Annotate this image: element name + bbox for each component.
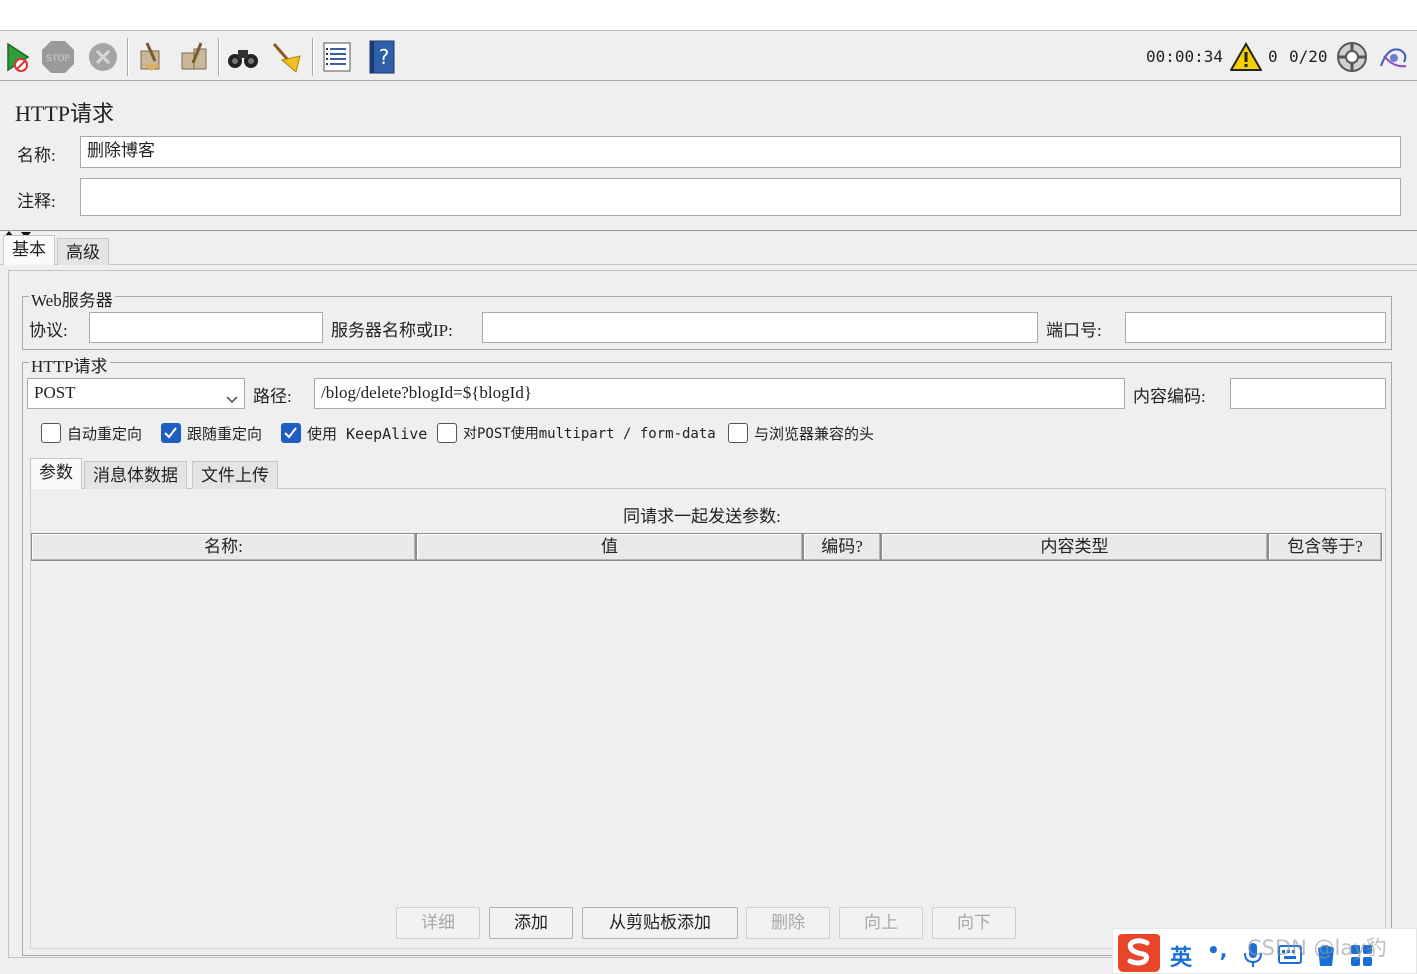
web-server-title: Web服务器 [29,286,115,311]
http-request-title: HTTP请求 [29,352,110,377]
ime-punctuation-toggle[interactable]: •, [1207,938,1227,962]
follow-redirect-label: 跟随重定向 [187,425,263,443]
remote-status-icon[interactable] [1335,40,1369,74]
delete-button[interactable]: 删除 [746,907,830,939]
server-label: 服务器名称或IP: [331,321,453,340]
auto-redirect-checkbox[interactable] [41,423,61,443]
help-icon[interactable]: ? [365,40,399,74]
ime-language-toggle[interactable]: 英 [1170,940,1192,972]
add-from-clipboard-button[interactable]: 从剪贴板添加 [582,907,738,939]
parameters-caption: 同请求一起发送参数: [623,507,781,526]
clear-all-icon[interactable] [178,40,212,74]
chevron-down-icon [226,388,238,408]
port-label: 端口号: [1046,321,1102,340]
toolbar-separator [218,38,220,76]
multipart-label: 对POST使用multipart / form-data [463,426,716,442]
page-title: HTTP请求 [15,101,115,126]
server-input[interactable] [482,312,1038,343]
warning-count: 0 [1268,47,1278,66]
path-input[interactable]: /blog/delete?blogId=${blogId} [314,378,1125,409]
move-up-button[interactable]: 向上 [839,907,923,939]
multipart-checkbox[interactable] [437,423,457,443]
column-name[interactable]: 名称: [31,533,416,561]
toolbar: STOP ? 00:00:34 0 0/20 [0,32,1417,81]
encoding-input[interactable] [1230,378,1386,409]
clear-icon[interactable] [134,40,168,74]
elapsed-timer: 00:00:34 [1146,47,1224,66]
parameters-table-body[interactable] [31,561,1382,895]
column-encode[interactable]: 编码? [803,533,881,561]
window-top-strip [0,0,1417,31]
browser-headers-label: 与浏览器兼容的头 [754,425,875,443]
port-input[interactable] [1125,312,1386,343]
toolbar-separator [312,38,314,76]
protocol-label: 协议: [29,321,68,340]
column-value[interactable]: 值 [416,533,803,561]
add-button[interactable]: 添加 [489,907,573,939]
browser-headers-checkbox[interactable] [728,423,748,443]
toolbar-separator [127,38,129,76]
reset-search-icon[interactable] [270,40,304,74]
tab-basic[interactable]: 基本 [3,235,55,265]
comment-label: 注释: [17,192,56,211]
start-icon[interactable] [0,40,34,74]
tab-advanced[interactable]: 高级 [57,238,109,265]
warning-icon[interactable] [1229,40,1263,74]
column-include-equals[interactable]: 包含等于? [1268,533,1382,561]
svg-text:STOP: STOP [46,54,70,64]
search-icon[interactable] [226,40,260,74]
name-label: 名称: [17,146,56,165]
encoding-label: 内容编码: [1133,387,1206,406]
csdn-watermark: CSDN @lay豹 [1247,936,1387,960]
keepalive-label: 使用 KeepAlive [307,425,428,443]
thread-count: 0/20 [1289,47,1328,66]
tab-files-upload[interactable]: 文件上传 [192,461,278,489]
log-viewer-icon[interactable] [1377,40,1411,74]
protocol-input[interactable] [89,312,323,343]
function-helper-icon[interactable] [320,40,354,74]
stop-icon[interactable]: STOP [41,40,75,74]
sogou-logo-icon[interactable] [1116,930,1162,974]
tab-strip-line [0,264,1417,265]
method-select[interactable]: POST [27,378,245,409]
column-content-type[interactable]: 内容类型 [881,533,1268,561]
svg-text:?: ? [379,45,390,69]
method-value: POST [34,383,76,402]
auto-redirect-label: 自动重定向 [67,425,143,443]
name-input[interactable]: 删除博客 [80,136,1401,168]
shutdown-icon[interactable] [86,40,120,74]
details-button[interactable]: 详细 [396,907,480,939]
tab-parameters[interactable]: 参数 [30,458,82,489]
move-down-button[interactable]: 向下 [932,907,1016,939]
path-label: 路径: [253,387,292,406]
tab-body-data[interactable]: 消息体数据 [84,461,187,489]
follow-redirect-checkbox[interactable] [161,423,181,443]
comment-input[interactable] [80,178,1401,216]
keepalive-checkbox[interactable] [281,423,301,443]
splitter[interactable] [0,230,1417,231]
